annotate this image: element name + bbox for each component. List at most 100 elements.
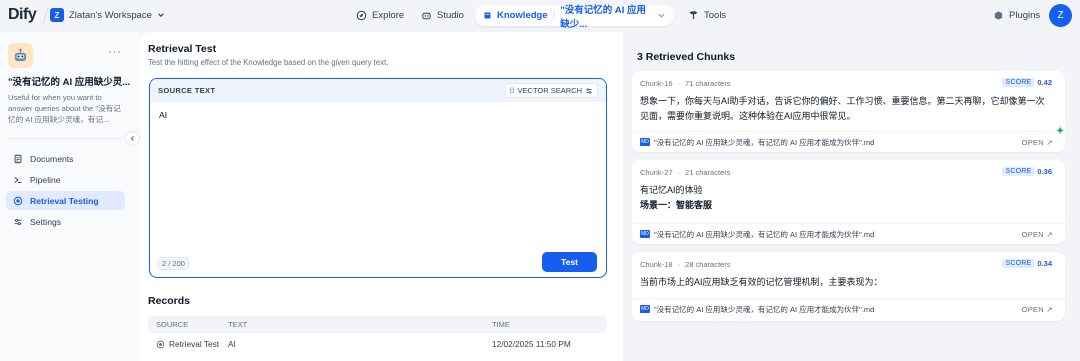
markdown-file-icon: MD [640,138,650,146]
chunk-line: 想象一下，你每天与AI助手对话，告诉它你的偏好、工作习惯、重要信息。第二天再聊，… [640,96,1045,106]
sidebar-item-settings[interactable]: Settings [6,212,125,231]
record-source-label: Retrieval Test [169,339,220,349]
chevron-down-icon [658,13,665,18]
pipeline-icon [14,176,22,183]
top-navigation: Dify Z Zlatan's Workspace Explore Studio… [0,0,1080,32]
col-source: SOURCE [156,320,189,329]
chunk-file-name: "没有记忆的 AI 应用缺少灵魂，有记忆的 AI 应用才能成为伙伴".md [654,137,875,147]
col-text: TEXT [228,320,248,329]
nav-knowledge[interactable]: Knowledge / "没有记忆的 AI 应用缺少... [475,5,674,30]
plugins-button[interactable]: Plugins [987,5,1046,26]
score-label: SCORE [1002,78,1035,87]
chunk-meta: Chunk-16 · 71 characters [640,79,730,88]
chunk-card[interactable]: Chunk-16 · 71 characters SCORE 0.42 想象一下… [632,71,1065,152]
dataset-description: Useful for when you want to answer queri… [8,93,121,124]
chunk-line: 场景一：智能客服 [640,200,713,210]
sidebar-item-label: Pipeline [30,174,61,185]
robot-icon [422,12,431,20]
source-text-box: SOURCE TEXT ⁞⁞ VECTOR SEARCH AI 2 / 200 … [149,78,607,278]
col-time: TIME [492,320,510,329]
nav-explore[interactable]: Explore [348,5,412,26]
workspace-switcher[interactable]: Z Zlatan's Workspace [50,8,165,22]
chunk-line: 见面，需要你重复说明。这种体验在AI应用中很常见。 [640,111,856,121]
score-value: 0.34 [1037,259,1052,268]
records-table: SOURCE TEXT TIME Retrieval Test AI 12/02… [148,316,607,355]
sidebar-item-documents[interactable]: Documents [6,149,125,168]
target-icon [13,196,23,205]
chunk-footer: MD "没有记忆的 AI 应用缺少灵魂，有记忆的 AI 应用才能成为伙伴".md… [632,223,1065,244]
nav-tools[interactable]: Tools [680,5,734,26]
dot-separator: · [677,79,681,88]
sidebar-item-label: Retrieval Testing [30,195,99,206]
chunk-meta: Chunk-18 · 28 characters [640,260,730,269]
compass-icon [356,10,367,21]
target-icon [156,340,165,348]
dot-separator: · [677,168,681,177]
markdown-file-icon: MD [640,230,650,238]
chunk-id: Chunk-16 [640,79,673,88]
dify-logo[interactable]: Dify [8,6,37,24]
chunk-line: 当前市场上的AI应用缺乏有效的记忆管理机制，主要表现为： [640,277,883,287]
table-row[interactable]: Retrieval Test AI 12/02/2025 11:50 PM [148,333,607,355]
workspace-name: Zlatan's Workspace [69,9,152,21]
adjust-icon [586,87,592,94]
chunks-title: 3 Retrieved Chunks [637,51,736,63]
page-title: Retrieval Test [148,43,217,55]
sidebar-item-label: Documents [30,153,74,164]
records-title: Records [148,295,191,307]
chunk-content: 当前市场上的AI应用缺乏有效的记忆管理机制，主要表现为： [640,275,1055,290]
chunk-line: 有记忆AI的体验 [640,185,703,195]
plugins-label: Plugins [1009,10,1041,21]
open-link[interactable]: OPEN ↗ [1022,138,1053,147]
settings-icon [14,218,22,225]
source-text-header: SOURCE TEXT ⁞⁞ VECTOR SEARCH [150,79,606,102]
open-link[interactable]: OPEN ↗ [1022,305,1053,314]
chunk-content: 想象一下，你每天与AI助手对话，告诉它你的偏好、工作习惯、重要信息。第二天再聊，… [640,94,1055,124]
markdown-file-icon: MD [640,305,650,313]
records-header: SOURCE TEXT TIME [148,316,607,333]
nav-knowledge-label: Knowledge [496,10,548,21]
chunk-card[interactable]: Chunk-27 · 21 characters SCORE 0.36 有记忆A… [632,160,1065,244]
sidebar-item-pipeline[interactable]: Pipeline [6,170,125,189]
more-options-icon[interactable]: ··· [108,46,122,58]
sidebar-item-label: Settings [30,216,62,227]
tools-icon [689,11,698,20]
collapse-sidebar-button[interactable] [125,131,140,146]
chunk-file-name: "没有记忆的 AI 应用缺少灵魂，有记忆的 AI 应用才能成为伙伴".md [654,304,875,314]
open-link[interactable]: OPEN ↗ [1022,230,1053,239]
chunk-id: Chunk-27 [640,168,673,177]
chunk-footer: MD "没有记忆的 AI 应用缺少灵魂，有记忆的 AI 应用才能成为伙伴".md… [632,298,1065,319]
chevron-left-icon [130,136,134,141]
page-subtitle: Test the hitting effect of the Knowledge… [148,58,389,67]
vector-icon: ⁞⁞ [509,86,515,95]
breadcrumb-slash: / [552,10,556,21]
dot-separator: · [677,260,681,269]
record-time: 12/02/2025 11:50 PM [492,339,571,349]
chunk-card[interactable]: Chunk-18 · 28 characters SCORE 0.34 当前市场… [632,252,1065,321]
nav-dataset-label[interactable]: "没有记忆的 AI 应用缺少... [560,2,652,30]
chunk-content: 有记忆AI的体验 场景一：智能客服 [640,183,1055,213]
chevron-down-icon [158,13,164,17]
cube-icon [994,11,1003,20]
score-badge: SCORE 0.36 [1002,166,1055,177]
dataset-name: "没有记忆的 AI 应用缺少灵... [8,77,131,88]
score-badge: SCORE 0.42 [1002,77,1055,88]
sidebar-divider [8,138,122,139]
nav-studio[interactable]: Studio [413,5,472,26]
sidebar-item-retrieval-testing[interactable]: Retrieval Testing [6,191,125,210]
open-label: OPEN [1021,137,1045,147]
chunk-chars: 28 characters [685,260,731,269]
chunk-chars: 21 characters [685,168,731,177]
test-button[interactable]: Test [542,252,597,272]
breadcrumb-separator [42,9,49,23]
chunk-file-name: "没有记忆的 AI 应用缺少灵魂，有记忆的 AI 应用才能成为伙伴".md [654,229,875,239]
score-value: 0.36 [1037,167,1052,176]
score-value: 0.42 [1037,78,1052,87]
nav-studio-label: Studio [437,10,464,21]
user-avatar[interactable]: Z [1049,4,1072,27]
source-text-label: SOURCE TEXT [158,86,216,95]
vector-search-button[interactable]: ⁞⁞ VECTOR SEARCH [504,83,598,98]
score-label: SCORE [1002,167,1035,176]
robot-emoji-icon [14,48,27,62]
query-input[interactable]: AI [159,110,167,120]
